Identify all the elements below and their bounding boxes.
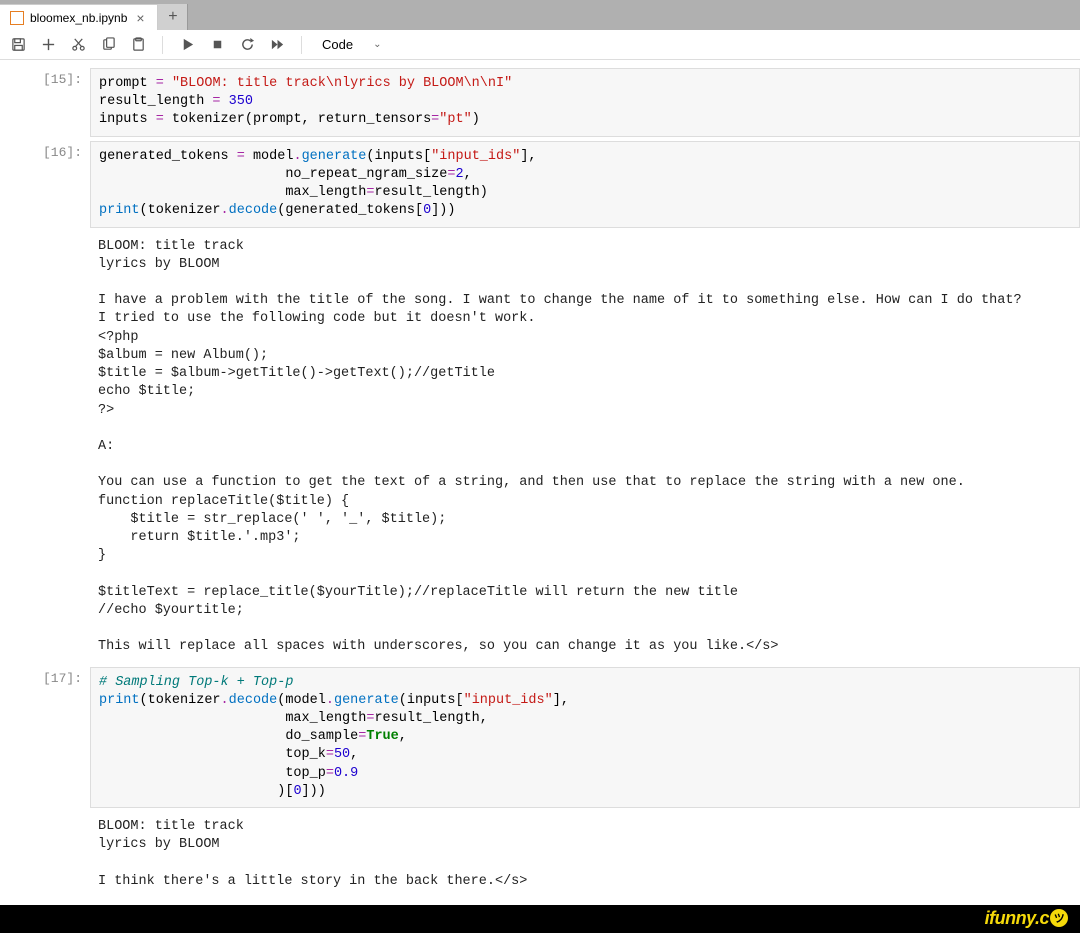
- cell-output: BLOOM: title track lyrics by BLOOM I thi…: [90, 812, 1080, 897]
- run-icon[interactable]: [179, 37, 195, 53]
- cell-prompt: [0, 232, 90, 663]
- paste-icon[interactable]: [130, 37, 146, 53]
- cell-prompt: [16]:: [0, 141, 90, 228]
- code-input[interactable]: # Sampling Top-k + Top-p print(tokenizer…: [90, 667, 1080, 809]
- code-cell[interactable]: [16]: generated_tokens = model.generate(…: [0, 141, 1080, 228]
- new-tab-button[interactable]: +: [158, 4, 188, 30]
- stop-icon[interactable]: [209, 37, 225, 53]
- output-cell: BLOOM: title track lyrics by BLOOM I hav…: [0, 232, 1080, 663]
- output-cell: BLOOM: title track lyrics by BLOOM I thi…: [0, 812, 1080, 897]
- code-input[interactable]: prompt = "BLOOM: title track\nlyrics by …: [90, 68, 1080, 137]
- toolbar: Code ⌄: [0, 30, 1080, 60]
- code-cell[interactable]: [17]: # Sampling Top-k + Top-p print(tok…: [0, 667, 1080, 809]
- separator: [162, 36, 163, 54]
- cell-type-dropdown[interactable]: Code ⌄: [318, 35, 385, 54]
- cell-type-label: Code: [322, 37, 353, 52]
- cell-prompt: [15]:: [0, 68, 90, 137]
- watermark-text: ifunny.c: [985, 908, 1049, 929]
- restart-icon[interactable]: [239, 37, 255, 53]
- cell-output: BLOOM: title track lyrics by BLOOM I hav…: [90, 232, 1080, 663]
- copy-icon[interactable]: [100, 37, 116, 53]
- smiley-icon: ツ: [1050, 909, 1068, 927]
- add-cell-icon[interactable]: [40, 37, 56, 53]
- tab-bar: bloomex_nb.ipynb × +: [0, 2, 1080, 30]
- cell-prompt: [0, 812, 90, 897]
- watermark: ifunny.cツ: [0, 905, 1080, 933]
- save-icon[interactable]: [10, 37, 26, 53]
- notebook-tab[interactable]: bloomex_nb.ipynb ×: [0, 4, 158, 30]
- code-cell[interactable]: [15]: prompt = "BLOOM: title track\nlyri…: [0, 68, 1080, 137]
- tab-title: bloomex_nb.ipynb: [30, 11, 127, 25]
- notebook-body: [15]: prompt = "BLOOM: title track\nlyri…: [0, 60, 1080, 905]
- chevron-down-icon: ⌄: [373, 39, 381, 50]
- cut-icon[interactable]: [70, 37, 86, 53]
- notebook-icon: [10, 11, 24, 25]
- close-icon[interactable]: ×: [133, 11, 147, 25]
- cell-prompt: [17]:: [0, 667, 90, 809]
- run-all-icon[interactable]: [269, 37, 285, 53]
- code-input[interactable]: generated_tokens = model.generate(inputs…: [90, 141, 1080, 228]
- separator: [301, 36, 302, 54]
